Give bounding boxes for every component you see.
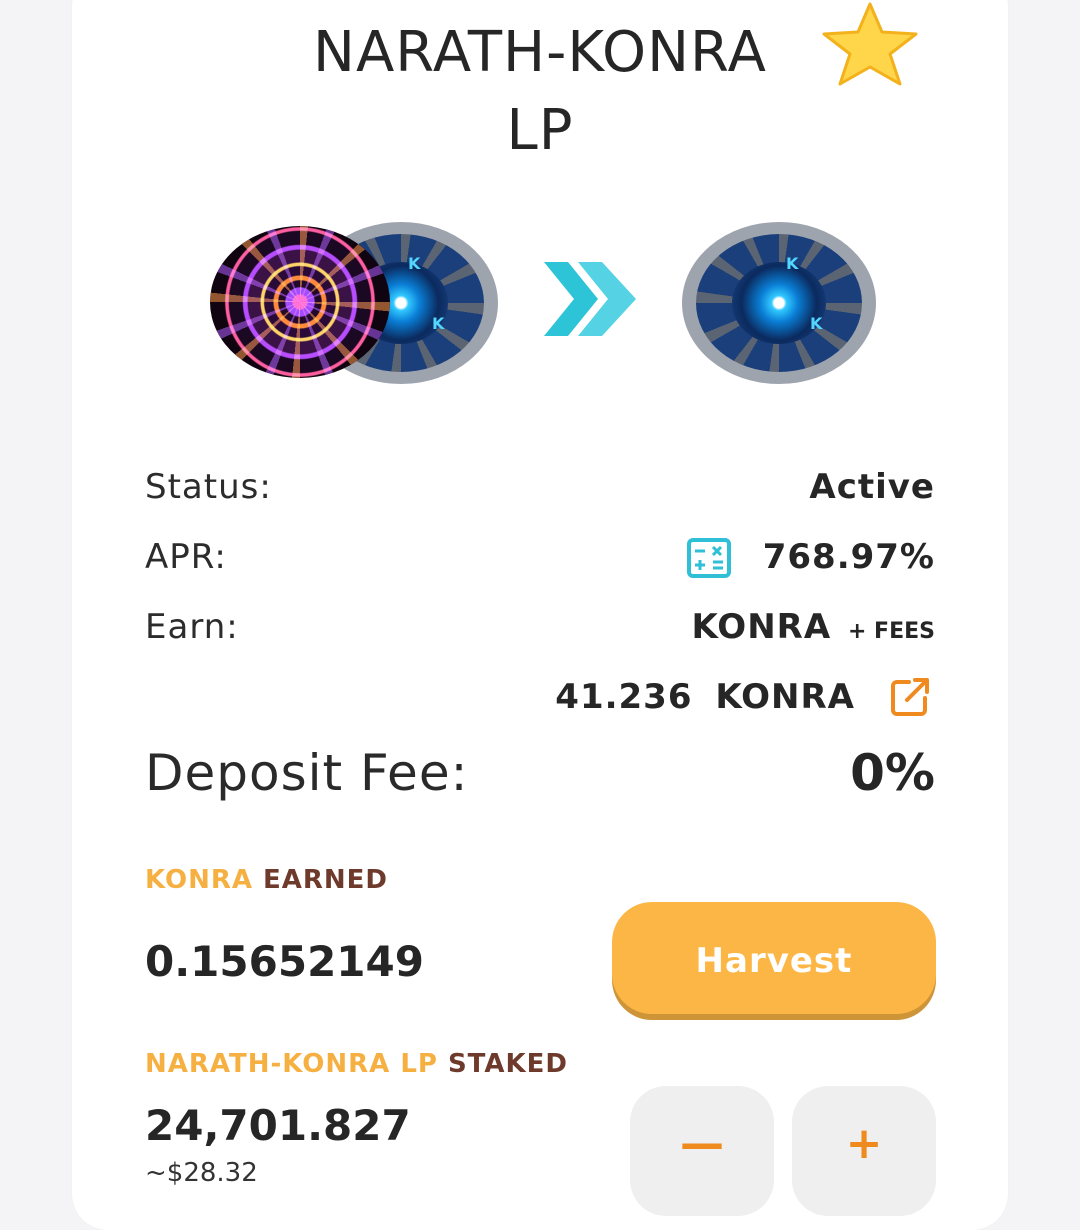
staked-token: NARATH-KONRA LP: [145, 1049, 438, 1079]
unstake-button[interactable]: —: [630, 1086, 774, 1216]
earn-value: KONRA + FEES: [691, 602, 935, 657]
title-line-2: LP: [506, 98, 574, 163]
earned-heading: KONRA EARNED: [145, 862, 388, 898]
external-link-icon[interactable]: [889, 676, 931, 718]
staked-word: STAKED: [447, 1049, 569, 1079]
minus-icon: —: [680, 1118, 724, 1169]
earn-row: Earn: KONRA + FEES: [145, 602, 935, 652]
staked-heading: NARATH-KONRA LP STAKED: [145, 1046, 568, 1082]
earn-token: KONRA: [691, 607, 832, 647]
deposit-fee-row: Deposit Fee: 0%: [145, 738, 935, 808]
earned-token: KONRA: [145, 865, 253, 895]
plus-icon: +: [845, 1118, 883, 1169]
earn-label: Earn:: [145, 607, 239, 647]
reward-amount: 41.236: [555, 677, 693, 717]
konra-mark: K: [810, 314, 823, 333]
double-chevron-right-icon: [544, 262, 636, 336]
status-row: Status: Active: [145, 462, 935, 512]
narath-token-icon: [210, 226, 390, 378]
konra-mark: K: [432, 314, 445, 333]
harvest-button[interactable]: Harvest: [612, 902, 936, 1020]
earned-amount: 0.15652149: [145, 937, 424, 986]
konra-mark: K: [786, 254, 799, 273]
earn-fees: + FEES: [847, 619, 935, 644]
calculator-icon[interactable]: [687, 538, 731, 578]
apr-row: APR: 768.97%: [145, 532, 935, 582]
earned-word: EARNED: [262, 865, 388, 895]
status-value: Active: [809, 467, 935, 507]
konra-token-icon: K K: [682, 222, 876, 384]
reward-token: KONRA: [715, 677, 855, 717]
deposit-fee-label: Deposit Fee:: [145, 744, 469, 802]
staked-amount: 24,701.827: [145, 1101, 411, 1150]
deposit-fee-value: 0%: [850, 744, 935, 802]
stake-button[interactable]: +: [792, 1086, 936, 1216]
apr-value: 768.97%: [762, 537, 935, 577]
staked-usd-value: ~$28.32: [145, 1158, 258, 1188]
status-label: Status:: [145, 467, 272, 507]
apr-label: APR:: [145, 537, 227, 577]
star-icon[interactable]: [820, 2, 920, 86]
konra-mark: K: [408, 254, 421, 273]
reward-row: 41.236 KONRA: [145, 672, 935, 722]
reward-value: 41.236 KONRA: [555, 672, 855, 722]
